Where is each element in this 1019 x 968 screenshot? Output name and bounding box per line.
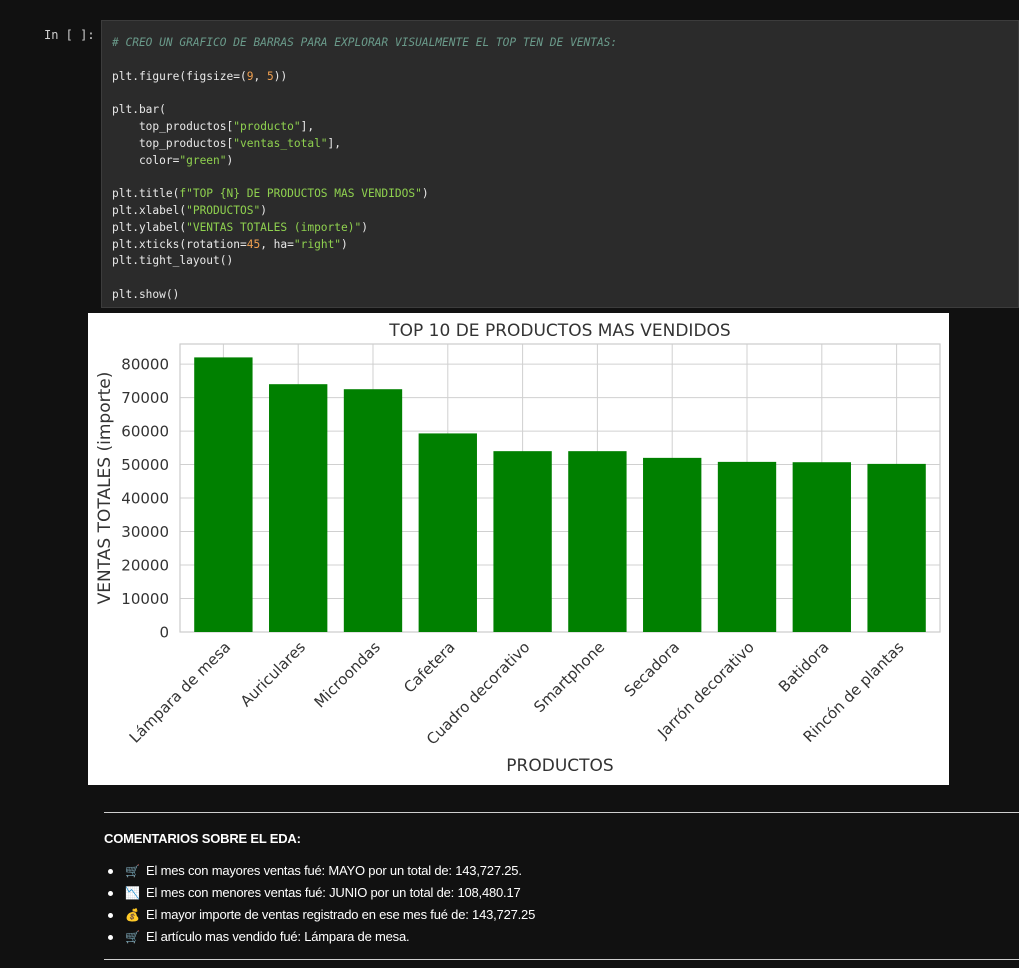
code-line: top_productos["ventas_total"],: [112, 136, 342, 150]
shopping-cart-icon: 🛒: [125, 930, 140, 944]
x-tick-label: Lámpara de mesa: [126, 638, 234, 746]
money-bag-icon: 💰: [125, 908, 140, 922]
comments-title: COMENTARIOS SOBRE EL EDA:: [104, 831, 301, 846]
comment-text: El mes con menores ventas fué: JUNIO por…: [146, 885, 521, 900]
code-line: plt.title(f"TOP {N} DE PRODUCTOS MAS VEN…: [112, 187, 429, 201]
bar: [493, 451, 552, 632]
comments-list: 🛒 El mes con mayores ventas fué: MAYO por…: [104, 860, 1019, 948]
bullet-icon: [108, 890, 113, 896]
comment-item: 📉 El mes con menores ventas fué: JUNIO po…: [104, 882, 1019, 904]
bar: [418, 433, 477, 632]
y-tick-label: 0: [159, 624, 169, 642]
bar: [867, 463, 926, 632]
y-tick-label: 70000: [121, 389, 169, 407]
code-line: plt.xticks(rotation=45, ha="right"): [112, 237, 348, 251]
bar: [717, 461, 777, 632]
divider-bottom: [104, 959, 1019, 960]
code-line: plt.tight_layout(): [112, 254, 234, 268]
y-tick-label: 60000: [121, 423, 169, 441]
y-tick-label: 10000: [121, 590, 169, 608]
bullet-icon: [108, 912, 113, 918]
bar: [343, 389, 403, 632]
x-tick-label: Microondas: [311, 638, 384, 711]
bar: [643, 457, 702, 632]
bar: [194, 357, 253, 632]
bar-chart: 0 10000 20000 30000 40000 50000 60000 70000 8000…: [95, 321, 941, 776]
comment-item: 💰 El mayor importe de ventas registrado e…: [104, 904, 1019, 926]
x-tick-label: Auriculares: [237, 638, 309, 710]
x-axis-label: PRODUCTOS: [506, 756, 613, 776]
y-axis-label: VENTAS TOTALES (importe): [95, 372, 115, 605]
x-tick-label: Cafetera: [400, 638, 458, 696]
chart-title: TOP 10 DE PRODUCTOS MAS VENDIDOS: [388, 321, 730, 341]
code-text[interactable]: # CREO UN GRAFICO DE BARRAS PARA EXPLORA…: [112, 35, 617, 304]
y-tick-label: 50000: [121, 456, 169, 474]
code-line: plt.ylabel("VENTAS TOTALES (importe)"): [112, 220, 368, 234]
bar: [568, 451, 627, 632]
x-tick-label: Secadora: [621, 638, 683, 700]
comment-text: El mayor importe de ventas registrado en…: [146, 907, 536, 922]
bar-chart-output: 0 10000 20000 30000 40000 50000 60000 70000 8000…: [88, 313, 949, 785]
code-line: # CREO UN GRAFICO DE BARRAS PARA EXPLORA…: [112, 36, 618, 49]
chart-decreasing-icon: 📉: [125, 886, 140, 900]
shopping-cart-icon: 🛒: [125, 864, 140, 878]
code-line: color="green"): [112, 153, 234, 167]
comment-text: El mes con mayores ventas fué: MAYO por …: [146, 863, 522, 878]
bullet-icon: [108, 868, 113, 874]
code-line: plt.bar(: [112, 103, 166, 117]
bullet-icon: [108, 934, 113, 940]
x-tick-label: Batidora: [775, 638, 833, 696]
x-tick-label: Smartphone: [530, 638, 608, 716]
code-line: top_productos["producto"],: [112, 119, 315, 133]
cell-prompt: In [ ]:: [44, 28, 95, 42]
y-tick-label: 20000: [121, 557, 169, 575]
y-tick-label: 30000: [121, 523, 169, 541]
y-tick-label: 40000: [121, 490, 169, 508]
code-line: plt.show(): [112, 287, 180, 301]
code-line: plt.figure(figsize=(9, 5)): [112, 69, 288, 83]
markdown-cell: COMENTARIOS SOBRE EL EDA: 🛒 El mes con ma…: [104, 812, 1019, 960]
code-cell-editor[interactable]: # CREO UN GRAFICO DE BARRAS PARA EXPLORA…: [101, 20, 1019, 308]
comment-item: 🛒 El mes con mayores ventas fué: MAYO por…: [104, 860, 1019, 882]
y-tick-label: 80000: [121, 356, 169, 374]
divider-top: [104, 812, 1019, 813]
comment-text: El artículo mas vendido fué: Lámpara de …: [146, 929, 410, 944]
bar: [792, 462, 851, 632]
bar: [269, 384, 328, 632]
code-line: plt.xlabel("PRODUCTOS"): [112, 203, 267, 217]
comment-item: 🛒 El artículo mas vendido fué: Lámpara de…: [104, 926, 1019, 948]
